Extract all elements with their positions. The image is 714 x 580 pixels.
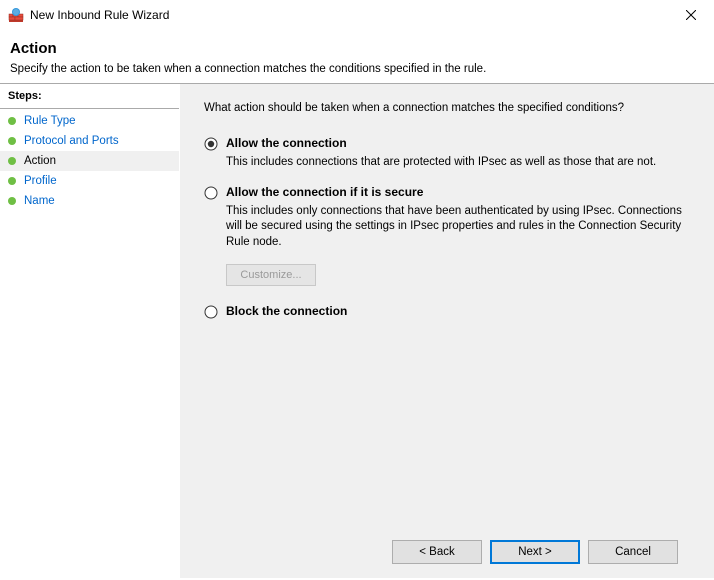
bullet-icon	[8, 177, 16, 185]
wizard-main: What action should be taken when a conne…	[180, 84, 714, 578]
step-label: Name	[24, 195, 55, 207]
option-allow: Allow the connection This includes conne…	[204, 136, 690, 171]
action-radio-group: Allow the connection This includes conne…	[204, 136, 690, 323]
option-block: Block the connection	[204, 304, 690, 319]
step-label: Profile	[24, 175, 57, 187]
radio-block[interactable]	[204, 305, 218, 319]
radio-allow-desc: This includes connections that are prote…	[226, 155, 686, 171]
bullet-icon	[8, 157, 16, 165]
back-button[interactable]: < Back	[392, 540, 482, 564]
radio-selected-icon	[204, 137, 218, 151]
wizard-body: Steps: Rule Type Protocol and Ports Acti…	[0, 84, 714, 578]
cancel-button[interactable]: Cancel	[588, 540, 678, 564]
radio-allow-secure-label: Allow the connection if it is secure	[226, 185, 423, 199]
radio-block-label: Block the connection	[226, 304, 347, 318]
wizard-header: Action Specify the action to be taken wh…	[0, 30, 714, 83]
step-rule-type[interactable]: Rule Type	[0, 111, 179, 131]
steps-sidebar: Steps: Rule Type Protocol and Ports Acti…	[0, 84, 180, 578]
radio-unselected-icon	[204, 186, 218, 200]
page-title: Action	[10, 40, 704, 57]
prompt-text: What action should be taken when a conne…	[204, 102, 690, 114]
radio-allow[interactable]	[204, 137, 218, 151]
radio-allow-secure-desc: This includes only connections that have…	[226, 204, 686, 251]
close-icon	[686, 10, 696, 20]
firewall-icon	[8, 7, 24, 23]
step-action[interactable]: Action	[0, 151, 179, 171]
step-label: Action	[24, 155, 56, 167]
bullet-icon	[8, 197, 16, 205]
step-label: Protocol and Ports	[24, 135, 119, 147]
radio-unselected-icon	[204, 305, 218, 319]
customize-button: Customize...	[226, 264, 316, 286]
close-button[interactable]	[668, 0, 714, 30]
radio-allow-secure[interactable]	[204, 186, 218, 200]
next-button[interactable]: Next >	[490, 540, 580, 564]
step-profile[interactable]: Profile	[0, 171, 179, 191]
bullet-icon	[8, 137, 16, 145]
step-label: Rule Type	[24, 115, 76, 127]
bullet-icon	[8, 117, 16, 125]
option-allow-secure: Allow the connection if it is secure Thi…	[204, 185, 690, 287]
step-name[interactable]: Name	[0, 191, 179, 211]
steps-heading: Steps:	[0, 90, 179, 109]
window-title: New Inbound Rule Wizard	[30, 8, 668, 22]
radio-allow-label: Allow the connection	[226, 136, 347, 150]
page-subtitle: Specify the action to be taken when a co…	[10, 63, 704, 75]
titlebar: New Inbound Rule Wizard	[0, 0, 714, 30]
wizard-footer: < Back Next > Cancel	[204, 530, 690, 578]
step-protocol-and-ports[interactable]: Protocol and Ports	[0, 131, 179, 151]
